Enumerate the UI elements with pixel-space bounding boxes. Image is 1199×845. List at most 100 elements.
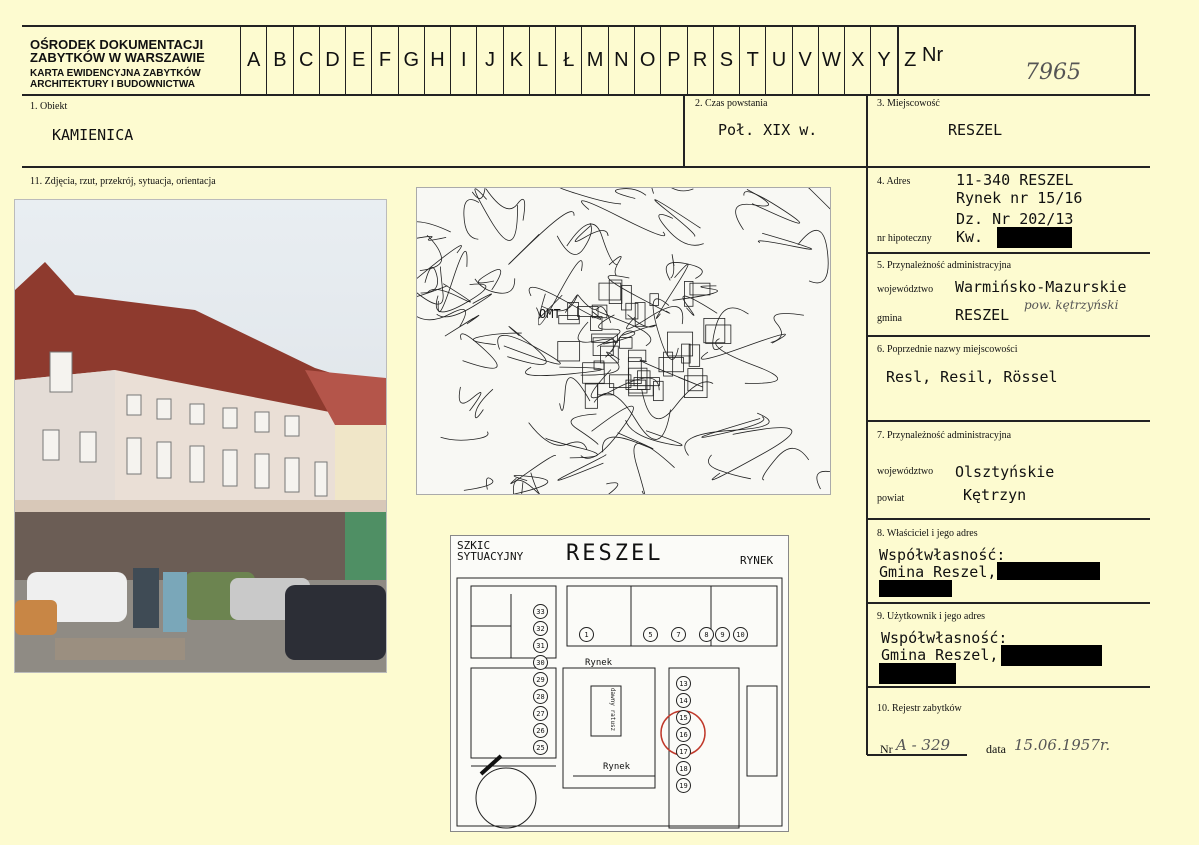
card-number: 7965: [1025, 60, 1081, 85]
letter-box: G: [397, 27, 424, 94]
lot-number: 16: [676, 727, 691, 742]
uzytkownik-redaction-1: [1001, 645, 1102, 666]
letter-box: I: [450, 27, 476, 94]
sketch-hall-label: dawny ratusz: [609, 687, 617, 732]
rejestr-nr-value: A - 329: [896, 736, 951, 754]
lot-number: 33: [533, 604, 548, 619]
letter-box: V: [791, 27, 818, 94]
lot-number: 32: [533, 621, 548, 636]
card-type-line-2: ARCHITEKTURY I BUDOWNICTWA: [30, 79, 195, 90]
poprzednie-value: Resl, Resil, Rössel: [886, 368, 1058, 386]
zdjecia-label: 11. Zdjęcia, rzut, przekrój, sytuacja, o…: [30, 176, 216, 187]
lot-number: 25: [533, 740, 548, 755]
letter-box: X: [844, 27, 870, 94]
gmina-label: gmina: [877, 313, 902, 324]
miejscowosc-value: RESZEL: [948, 121, 1003, 139]
lot-number: 31: [533, 638, 548, 653]
obiekt-value: KAMIENICA: [52, 126, 134, 144]
lot-number: 7: [671, 627, 686, 642]
card-type-line-1: KARTA EWIDENCYJNA ZABYTKÓW: [30, 68, 201, 79]
wojewodztwo-old-value: Olsztyńskie: [955, 463, 1055, 481]
letter-box: N: [607, 27, 634, 94]
card-type: KARTA EWIDENCYJNA ZABYTKÓW ARCHITEKTURY …: [30, 68, 201, 90]
wlasciciel-redaction-1: [997, 562, 1100, 580]
building-photo: [14, 199, 387, 673]
gmina-value: RESZEL: [955, 306, 1010, 324]
letter-box: E: [345, 27, 371, 94]
map-label: OMT: [539, 307, 561, 321]
lot-number: 1: [579, 627, 594, 642]
wojewodztwo-label: województwo: [877, 284, 934, 295]
lot-number: 26: [533, 723, 548, 738]
letter-box: P: [660, 27, 686, 94]
lot-number: 18: [676, 761, 691, 776]
uzytkownik-line-1: Współwłasność:: [881, 629, 1008, 647]
poprzednie-label: 6. Poprzednie nazwy miejscowości: [877, 344, 1018, 355]
wojewodztwo-value: Warmińsko-Mazurskie: [955, 278, 1127, 296]
letter-box: C: [292, 27, 319, 94]
lot-number: 14: [676, 693, 691, 708]
letter-box: W: [817, 27, 844, 94]
letter-box: B: [266, 27, 292, 94]
letter-box: Y: [870, 27, 896, 94]
letter-box: S: [712, 27, 739, 94]
letter-box: J: [476, 27, 502, 94]
institution-name: OŚRODEK DOKUMENTACJI ZABYTKÓW W WARSZAWI…: [30, 38, 205, 64]
rejestr-data-value: 15.06.1957r.: [1014, 736, 1111, 754]
wlasciciel-line-2: Gmina Reszel,: [879, 563, 997, 581]
lot-number: 15: [676, 710, 691, 725]
lot-number: 29: [533, 672, 548, 687]
lot-number: 30: [533, 655, 548, 670]
uzytkownik-redaction-2: [879, 663, 956, 684]
letter-box: D: [318, 27, 345, 94]
powiat-label: powiat: [877, 493, 905, 504]
topographic-map: OMT: [416, 187, 831, 495]
adres-line-2: Rynek nr 15/16: [956, 189, 1083, 207]
wlasciciel-line-1: Współwłasność:: [879, 546, 1006, 564]
lot-number: 28: [533, 689, 548, 704]
letter-box: U: [765, 27, 791, 94]
letter-box: R: [686, 27, 713, 94]
lot-number: 8: [699, 627, 714, 642]
uzytkownik-label: 9. Użytkownik i jego adres: [877, 611, 986, 622]
letter-box: F: [371, 27, 397, 94]
kw-label: Kw.: [956, 228, 984, 246]
uzytkownik-line-2: Gmina Reszel,: [881, 646, 999, 664]
adres-line-1: 11-340 RESZEL: [956, 171, 1074, 189]
rejestr-nr-label: Nr: [880, 742, 893, 756]
letter-box: Z: [896, 27, 923, 94]
rejestr-label: 10. Rejestr zabytków: [877, 703, 962, 714]
lot-number: 13: [676, 676, 691, 691]
letter-box: Ł: [555, 27, 581, 94]
sketch-street-1: Rynek: [585, 658, 613, 668]
letter-box: L: [528, 27, 555, 94]
letter-box: O: [633, 27, 660, 94]
lot-number: 27: [533, 706, 548, 721]
lot-number: 17: [676, 744, 691, 759]
wlasciciel-redaction-2: [879, 580, 952, 597]
gmina-note: pow. kętrzyński: [1024, 298, 1119, 312]
powiat-value: Kętrzyn: [963, 486, 1027, 504]
situational-sketch: SZKIC SYTUACYJNY RESZEL RYNEK Rynek Ryne…: [450, 535, 789, 832]
czas-label: 2. Czas powstania: [695, 98, 768, 109]
przynaleznosc-old-label: 7. Przynależność administracyjna: [877, 430, 1012, 441]
letter-box: H: [423, 27, 450, 94]
hipoteczny-label: nr hipoteczny: [877, 233, 932, 244]
adres-label: 4. Adres: [877, 176, 911, 187]
letter-box: M: [581, 27, 607, 94]
letter-box: A: [240, 27, 266, 94]
kw-redaction: [997, 227, 1072, 248]
rejestr-data-label: data: [986, 742, 1006, 756]
institution-line-2: ZABYTKÓW W WARSZAWIE: [30, 50, 205, 65]
obiekt-label: 1. Obiekt: [30, 101, 68, 112]
lot-number: 5: [643, 627, 658, 642]
czas-value: Poł. XIX w.: [718, 121, 818, 139]
letter-index: ABCDEFGHIJKLŁMNOPRSTUVWXYZ: [240, 27, 923, 94]
letter-box: K: [502, 27, 529, 94]
lot-number: 19: [676, 778, 691, 793]
wlasciciel-label: 8. Właściciel i jego adres: [877, 528, 978, 539]
lot-number: 9: [715, 627, 730, 642]
letter-box: T: [739, 27, 765, 94]
wojewodztwo-old-label: województwo: [877, 466, 934, 477]
nr-label: Nr: [922, 44, 944, 66]
